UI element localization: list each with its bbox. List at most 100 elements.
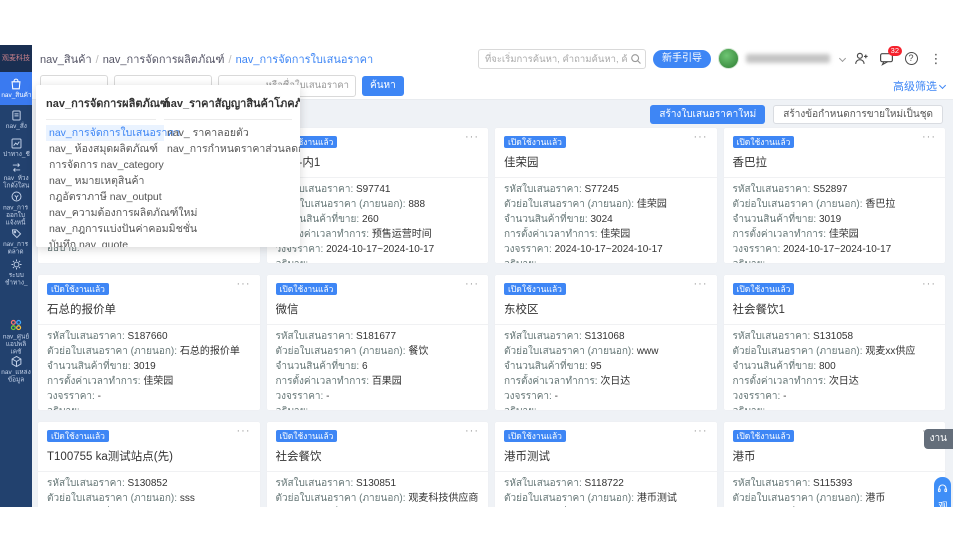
field-quote-code: รหัสใบเสนอราคา: S130852 — [47, 476, 251, 491]
card-more-button[interactable]: ··· — [922, 131, 936, 143]
document-icon — [10, 109, 23, 122]
divider — [38, 324, 260, 325]
field-description: อธิบาย: - — [504, 257, 708, 263]
menu-item-category-management[interactable]: การจัดการ nav_category — [46, 157, 164, 173]
sidebar-item-label: nav_ศูนย์ แอปพลิเคชั — [1, 333, 30, 355]
sidebar-item-app-center[interactable]: nav_ศูนย์ แอปพลิเคชั — [0, 319, 32, 355]
menu-item-product-notes[interactable]: nav_ หมายเหตุสินค้า — [46, 173, 164, 189]
card-more-button[interactable]: ··· — [465, 278, 479, 290]
field-price-cycle: วงจรราคา: 2024-10-17~2024-10-17 — [504, 242, 708, 257]
sidebar-item-label: ระบบ ชำทาง_ — [5, 273, 28, 288]
quote-card[interactable]: เปิดใช้งานแล้ว ··· 港币测试 รหัสใบเสนอราคา: … — [495, 422, 717, 507]
menu-item-tax-rules[interactable]: กฎอัตราภาษี nav_output — [46, 189, 164, 205]
breadcrumb-item[interactable]: nav_การจัดการผลิตภัณฑ์ — [103, 54, 225, 66]
field-quote-code: รหัสใบเสนอราคา: S97741 — [276, 182, 480, 197]
field-operating-time: การตั้งค่าเวลาทำการ: 佳荣园 — [504, 227, 708, 242]
card-more-button[interactable]: ··· — [694, 425, 708, 437]
sidebar-item-data-source[interactable]: nav_แหล่ง ข้อมูล — [0, 355, 32, 385]
topbar-right: 新手引导 32 ? ⋮ — [478, 48, 945, 69]
card-more-button[interactable]: ··· — [465, 131, 479, 143]
card-title: 社会餐饮1 — [733, 301, 937, 317]
task-drawer-tab[interactable]: งาน — [924, 429, 953, 449]
card-body: รหัสใบเสนอราคา: S77245 ตัวย่อใบเสนอราคา … — [504, 182, 708, 263]
customer-service-widget[interactable]: 观麦服 — [934, 477, 951, 507]
field-price-cycle: วงจรราคา: - — [276, 389, 480, 404]
breadcrumb-item[interactable]: nav_สินค้า — [40, 54, 92, 66]
card-more-button[interactable]: ··· — [922, 278, 936, 290]
quote-card[interactable]: เปิดใช้งานแล้ว ··· 石总的报价单 รหัสใบเสนอราคา… — [38, 275, 260, 410]
field-products-on-sale: จำนวนสินค้าที่ขาย: 800 — [733, 359, 937, 374]
quote-card[interactable]: เปิดใช้งานแล้ว ··· 香巴拉 รหัสใบเสนอราคา: S… — [724, 128, 946, 263]
field-quote-abbr: ตัวย่อใบเสนอราคา (ภายนอก): 石总的报价单 — [47, 344, 251, 359]
sidebar-item-label: nav_สินค้า — [1, 92, 31, 99]
messages-button[interactable]: 32 — [877, 50, 895, 68]
menu-item-quote-management[interactable]: nav_การจัดการใบเสนอราคา — [46, 125, 164, 141]
field-quote-code: รหัสใบเสนอราคา: S115393 — [733, 476, 937, 491]
advanced-filter-link[interactable]: 高级筛选 — [893, 78, 945, 94]
search-button[interactable]: ค้นหา — [362, 76, 404, 96]
sidebar-item-reports[interactable]: ปาทาง_ชี — [0, 135, 32, 161]
field-description: อธิบาย: - — [733, 404, 937, 410]
quote-card[interactable]: เปิดใช้งานแล้ว ··· 微信 รหัสใบเสนอราคา: S1… — [267, 275, 489, 410]
sidebar-item-transfer[interactable]: nav_ห้วง โกดังใสน — [0, 161, 32, 191]
sidebar-item-label: ปาทาง_ชี — [3, 151, 30, 158]
menu-header: nav_ราคาสัญญาสินค้าโภคภัณฑ์ — [164, 94, 300, 112]
menu-column-product-management: nav_การจัดการผลิตภัณฑ์ nav_การจัดการใบเส… — [46, 94, 164, 247]
global-search-input[interactable] — [478, 49, 646, 69]
more-menu-button[interactable]: ⋮ — [927, 50, 945, 68]
menu-item-quote-records[interactable]: บันทึก nav_quote — [46, 237, 164, 247]
card-more-button[interactable]: ··· — [694, 278, 708, 290]
field-products-on-sale: จำนวนสินค้าที่ขาย: 2 — [47, 506, 251, 507]
card-body: รหัสใบเสนอราคา: S187660 ตัวย่อใบเสนอราคา… — [47, 329, 251, 410]
sidebar-item-orders[interactable]: nav_สั่ง — [0, 105, 32, 135]
field-products-on-sale: จำนวนสินค้าที่ขาย: 15 — [276, 506, 480, 507]
quote-card[interactable]: เปิดใช้งานแล้ว ··· 社会餐饮1 รหัสใบเสนอราคา:… — [724, 275, 946, 410]
field-quote-abbr: ตัวย่อใบเสนอราคา (ภายนอก): 餐饮 — [276, 344, 480, 359]
card-body: รหัสใบเสนอราคา: S131058 ตัวย่อใบเสนอราคา… — [733, 329, 937, 410]
create-quote-button[interactable]: สร้างใบเสนอราคาใหม่ — [650, 105, 765, 124]
card-body: รหัสใบเสนอราคา: S52897 ตัวย่อใบเสนอราคา … — [733, 182, 937, 263]
chevron-down-icon[interactable] — [839, 55, 846, 62]
quote-card[interactable]: เปิดใช้งานแล้ว ··· 佳荣园 รหัสใบเสนอราคา: S… — [495, 128, 717, 263]
newbie-guide-button[interactable]: 新手引导 — [653, 50, 711, 68]
field-quote-code: รหัสใบเสนอราคา: S77245 — [504, 182, 708, 197]
card-more-button[interactable]: ··· — [237, 278, 251, 290]
field-quote-abbr: ตัวย่อใบเสนอราคา (ภายนอก): 港币测试 — [504, 491, 708, 506]
field-quote-code: รหัสใบเสนอราคา: S181677 — [276, 329, 480, 344]
field-description: อธิบาย: - — [276, 257, 480, 263]
sidebar-item-marketing[interactable]: nav_การ ตลาด — [0, 227, 32, 257]
field-description: อธิบาย: - — [504, 404, 708, 410]
invite-user-button[interactable] — [852, 50, 870, 68]
field-description: อธิบาย: - — [733, 257, 937, 263]
batch-create-sales-spec-button[interactable]: สร้างข้อกำหนดการขายใหม่เป็นชุด — [773, 105, 943, 124]
sidebar-item-invoicing[interactable]: nav_การ ออกใบ แจ้งหนี้ — [0, 191, 32, 227]
sidebar-item-products[interactable]: nav_สินค้า — [0, 72, 32, 105]
menu-item-new-product-demand[interactable]: nav_ความต้องการผลิตภัณฑ์ใหม่ — [46, 205, 164, 221]
menu-item-floating-price[interactable]: nav_ ราคาลอยตัว — [164, 125, 300, 141]
card-more-button[interactable]: ··· — [694, 131, 708, 143]
message-count-badge: 32 — [888, 46, 902, 56]
quote-card[interactable]: เปิดใช้งานแล้ว ··· 东校区 รหัสใบเสนอราคา: S… — [495, 275, 717, 410]
menu-item-full-order-discount[interactable]: nav_การกำหนดราคาส่วนลดการสั่งซื้อแบบเต็ม — [164, 141, 300, 157]
page: 观麦科技 nav_สินค้า nav_สั่ง ปาทาง_ชี nav_ห้… — [0, 0, 953, 554]
card-more-button[interactable]: ··· — [465, 425, 479, 437]
quote-card[interactable]: เปิดใช้งานแล้ว ··· 社会餐饮 รหัสใบเสนอราคา: … — [267, 422, 489, 507]
divider — [46, 119, 156, 120]
quote-card[interactable]: เปิดใช้งานแล้ว ··· T100755 ka测试站点(先) รหั… — [38, 422, 260, 507]
card-header: เปิดใช้งานแล้ว ··· 东校区 — [504, 279, 708, 317]
help-button[interactable]: ? — [902, 50, 920, 68]
divider — [724, 471, 946, 472]
field-quote-abbr: ตัวย่อใบเสนอราคา (ภายนอก): 888 — [276, 197, 480, 212]
field-operating-time: การตั้งค่าเวลาทำการ: 百果园 — [276, 374, 480, 389]
status-badge: เปิดใช้งานแล้ว — [733, 283, 795, 295]
sidebar-item-system[interactable]: ระบบ ชำทาง_ — [0, 257, 32, 289]
quote-card[interactable]: เปิดใช้งานแล้ว ··· 港币 รหัสใบเสนอราคา: S1… — [724, 422, 946, 507]
menu-item-commission-rules[interactable]: nav_กฎการแบ่งปันค่าคอมมิชชั่น — [46, 221, 164, 237]
menu-item-product-library[interactable]: nav_ ห้องสมุดผลิตภัณฑ์ — [46, 141, 164, 157]
card-header: เปิดใช้งานแล้ว ··· T100755 ka测试站点(先) — [47, 426, 251, 464]
avatar[interactable] — [718, 48, 739, 69]
field-quote-code: รหัสใบเสนอราคา: S52897 — [733, 182, 937, 197]
card-more-button[interactable]: ··· — [237, 425, 251, 437]
card-title: 东校区 — [504, 301, 708, 317]
chevron-down-icon — [939, 81, 946, 88]
